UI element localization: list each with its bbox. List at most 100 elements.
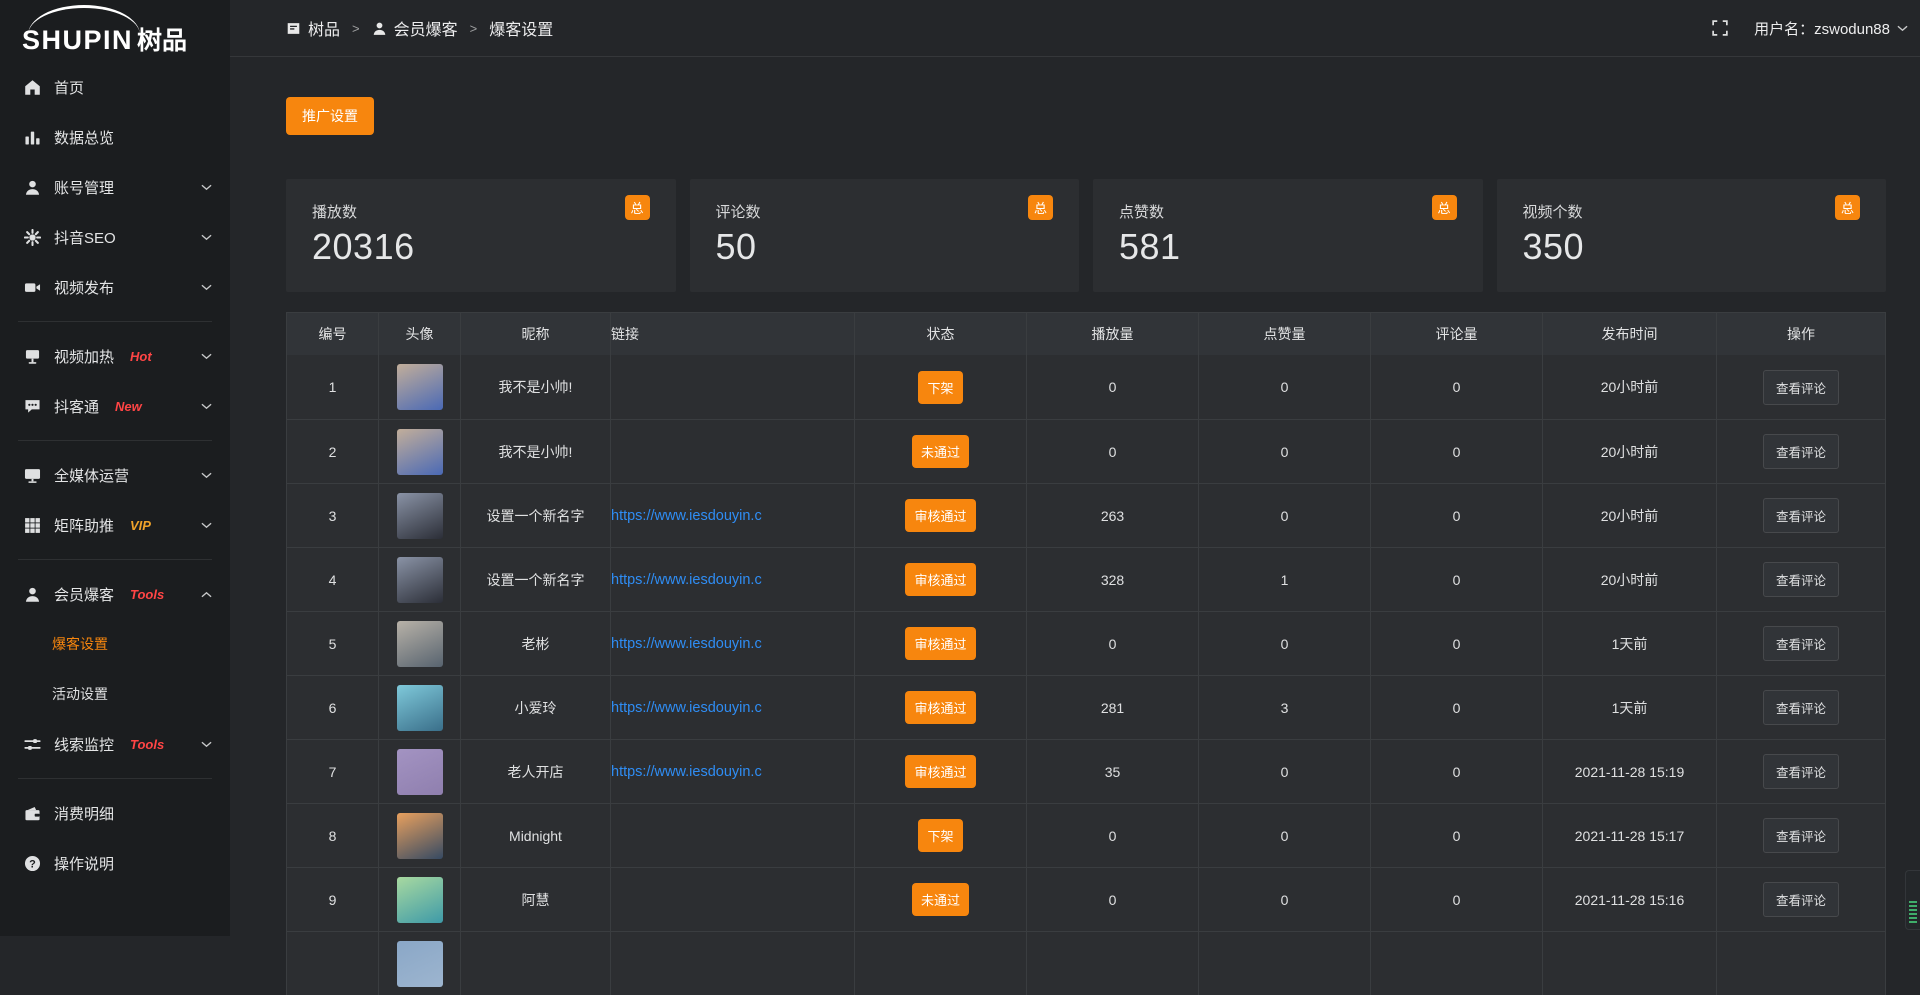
column-header-plays: 播放量 [1027,313,1199,355]
sidebar-item-clue-monitor[interactable]: 线索监控 Tools [0,719,230,769]
cell-link: https://www.iesdouyin.c [611,740,855,803]
cell-nickname: 老彬 [461,612,611,675]
table-row-6: 6 小爱玲 https://www.iesdouyin.c 审核通过 281 3… [287,675,1885,739]
sidebar-item-label: 矩阵助推 [54,515,114,536]
breadcrumb-item-1[interactable]: 树品 [286,16,340,40]
fullscreen-icon[interactable] [1712,20,1728,36]
cell-comments: 0 [1371,676,1543,739]
status-badge: 未通过 [912,435,969,468]
floating-widget[interactable] [1905,870,1920,930]
sidebar-item-home[interactable]: 首页 [0,62,230,112]
sidebar-item-operation-guide[interactable]: ? 操作说明 [0,838,230,888]
breadcrumb: 树品>会员爆客>爆客设置 [286,16,553,40]
cell-likes: 0 [1199,420,1371,483]
stat-total-badge: 总 [625,195,650,220]
sidebar-subitem-activity-settings[interactable]: 活动设置 [0,669,230,719]
video-link[interactable]: https://www.iesdouyin.c [611,572,762,588]
sidebar-item-douketong[interactable]: 抖客通 New [0,381,230,431]
stat-card-top: 点赞数 总 [1119,201,1457,222]
sidebar-item-douyin-seo[interactable]: 抖音SEO [0,212,230,262]
view-comments-button[interactable]: 查看评论 [1763,690,1839,725]
username-menu[interactable]: 用户名：zswodun88 [1754,18,1908,39]
sidebar-item-member-baoke[interactable]: 会员爆客 Tools [0,569,230,619]
cell-time: 20小时前 [1543,355,1717,419]
sidebar-item-label: 抖客通 [54,396,99,417]
avatar [397,749,443,795]
table-body: 1 我不是小帅! 下架 0 0 0 20小时前 查看评论 2 我不是小帅! 未通… [287,355,1885,995]
chevron-down-icon [201,184,212,191]
view-comments-button[interactable]: 查看评论 [1763,882,1839,917]
wallet-icon [24,805,41,822]
sidebar-subitem-baoke-settings[interactable]: 爆客设置 [0,619,230,669]
chevron-down-icon [201,234,212,241]
sidebar-item-badge: Hot [130,349,152,364]
cell-comments: 0 [1371,484,1543,547]
sidebar-item-label: 视频发布 [54,277,114,298]
view-comments-button[interactable]: 查看评论 [1763,754,1839,789]
sidebar-divider [18,321,212,322]
sidebar-item-consume-detail[interactable]: 消费明细 [0,788,230,838]
view-comments-button[interactable]: 查看评论 [1763,562,1839,597]
sidebar-item-account-manage[interactable]: 账号管理 [0,162,230,212]
sidebar-item-label: 线索监控 [54,734,114,755]
table-row-2: 2 我不是小帅! 未通过 0 0 0 20小时前 查看评论 [287,419,1885,483]
status-badge: 审核通过 [905,499,975,532]
breadcrumb-item-2[interactable]: 会员爆客 [372,16,458,40]
logo-text-cn: 树品 [137,29,187,54]
sidebar-item-data-overview[interactable]: 数据总览 [0,112,230,162]
breadcrumb-separator: > [470,21,478,36]
sidebar-item-media-operation[interactable]: 全媒体运营 [0,450,230,500]
cell-time: 2021-11-28 15:17 [1543,804,1717,867]
cell-comments: 0 [1371,420,1543,483]
cell-time: 1天前 [1543,676,1717,739]
app-root: SHUPIN 树品 首页 数据总览 账号管理 抖音SEO 视频发布 视频加热 H… [0,0,1920,936]
avatar [397,493,443,539]
cell-id: 9 [287,868,379,931]
chevron-down-icon [201,741,212,748]
cell-id: 1 [287,355,379,419]
avatar [397,813,443,859]
sidebar-item-video-publish[interactable]: 视频发布 [0,262,230,312]
cell-link [611,932,855,995]
cell-time: 1天前 [1543,612,1717,675]
status-badge: 下架 [918,819,962,852]
app-logo[interactable]: SHUPIN 树品 [0,0,230,62]
cell-id: 6 [287,676,379,739]
video-link[interactable]: https://www.iesdouyin.c [611,636,762,652]
cell-nickname: Midnight [461,804,611,867]
view-comments-button[interactable]: 查看评论 [1763,434,1839,469]
column-header-likes: 点赞量 [1199,313,1371,355]
column-header-nick: 昵称 [461,313,611,355]
view-comments-button[interactable]: 查看评论 [1763,626,1839,661]
sliders-icon [24,736,41,753]
video-link[interactable]: https://www.iesdouyin.c [611,764,762,780]
view-comments-button[interactable]: 查看评论 [1763,370,1839,405]
sidebar-item-video-heat[interactable]: 视频加热 Hot [0,331,230,381]
content-area: 推广设置 播放数 总 20316 评论数 总 50 点赞数 总 581 视频个数… [230,57,1920,995]
cell-plays: 35 [1027,740,1199,803]
video-link[interactable]: https://www.iesdouyin.c [611,700,762,716]
cell-plays [1027,932,1199,995]
cell-id: 4 [287,548,379,611]
status-badge: 审核通过 [905,627,975,660]
cell-time [1543,932,1717,995]
accounts-table: 编号头像昵称链接状态播放量点赞量评论量发布时间操作 1 我不是小帅! 下架 0 … [286,312,1886,995]
table-row-3: 3 设置一个新名字 https://www.iesdouyin.c 审核通过 2… [287,483,1885,547]
cell-time: 20小时前 [1543,548,1717,611]
view-comments-button[interactable]: 查看评论 [1763,498,1839,533]
stat-total-badge: 总 [1432,195,1457,220]
table-row-7: 7 老人开店 https://www.iesdouyin.c 审核通过 35 0… [287,739,1885,803]
stat-card-top: 视频个数 总 [1523,201,1861,222]
cell-link: https://www.iesdouyin.c [611,484,855,547]
stat-value: 50 [716,226,1054,268]
chevron-down-icon [201,522,212,529]
promo-settings-button[interactable]: 推广设置 [286,97,374,135]
cell-id: 5 [287,612,379,675]
cell-status: 未通过 [855,868,1027,931]
sidebar-item-matrix-boost[interactable]: 矩阵助推 VIP [0,500,230,550]
video-link[interactable]: https://www.iesdouyin.c [611,508,762,524]
cell-comments: 0 [1371,355,1543,419]
view-comments-button[interactable]: 查看评论 [1763,818,1839,853]
avatar [397,364,443,410]
cell-avatar [379,868,461,931]
